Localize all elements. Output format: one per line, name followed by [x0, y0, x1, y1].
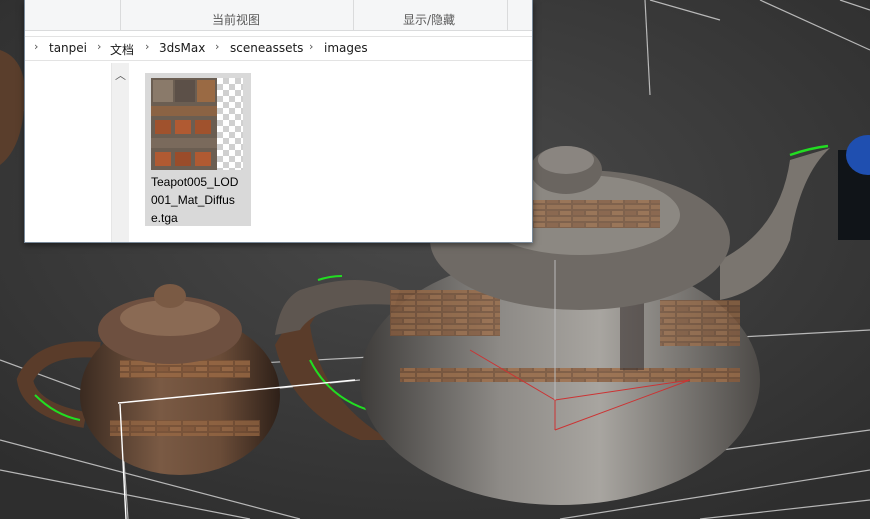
file-name-line: e.tga	[151, 211, 178, 225]
chevron-right-icon[interactable]: ›	[34, 40, 38, 53]
blue-cylinder	[838, 135, 870, 240]
breadcrumb-tanpei[interactable]: tanpei	[49, 41, 87, 55]
file-explorer-window[interactable]: 当前视图 显示/隐藏 › tanpei › 文档 › 3dsMax › scen…	[24, 0, 533, 243]
current-view-label: 当前视图	[212, 13, 261, 27]
ribbon-group-current-view[interactable]: 当前视图	[120, 0, 354, 30]
nav-scrollbar[interactable]: ︿	[111, 63, 129, 242]
ribbon-bar: 当前视图 显示/隐藏	[25, 0, 532, 31]
file-name-line: 001_Mat_Diffus	[151, 193, 235, 207]
file-item[interactable]: Teapot005_LOD 001_Mat_Diffus e.tga	[145, 73, 251, 226]
chevron-up-icon[interactable]: ︿	[115, 67, 126, 83]
breadcrumb-sceneassets[interactable]: sceneassets	[230, 41, 303, 55]
chevron-right-icon[interactable]: ›	[97, 40, 101, 53]
ribbon-group-end	[507, 0, 533, 30]
chevron-right-icon[interactable]: ›	[145, 40, 149, 53]
show-hide-label: 显示/隐藏	[403, 13, 456, 27]
breadcrumb-3dsmax[interactable]: 3dsMax	[159, 41, 205, 55]
file-name-line: Teapot005_LOD	[151, 175, 239, 189]
file-name: Teapot005_LOD 001_Mat_Diffus e.tga	[151, 173, 247, 227]
file-thumbnail	[151, 78, 243, 170]
ribbon-group-show-hide[interactable]: 显示/隐藏	[353, 0, 508, 30]
chevron-right-icon[interactable]: ›	[215, 40, 219, 53]
breadcrumb-images[interactable]: images	[324, 41, 368, 55]
address-bar[interactable]: › tanpei › 文档 › 3dsMax › sceneassets › i…	[25, 36, 532, 61]
chevron-right-icon[interactable]: ›	[309, 40, 313, 53]
breadcrumb-documents[interactable]: 文档	[110, 41, 134, 58]
navigation-pane[interactable]	[25, 63, 111, 242]
